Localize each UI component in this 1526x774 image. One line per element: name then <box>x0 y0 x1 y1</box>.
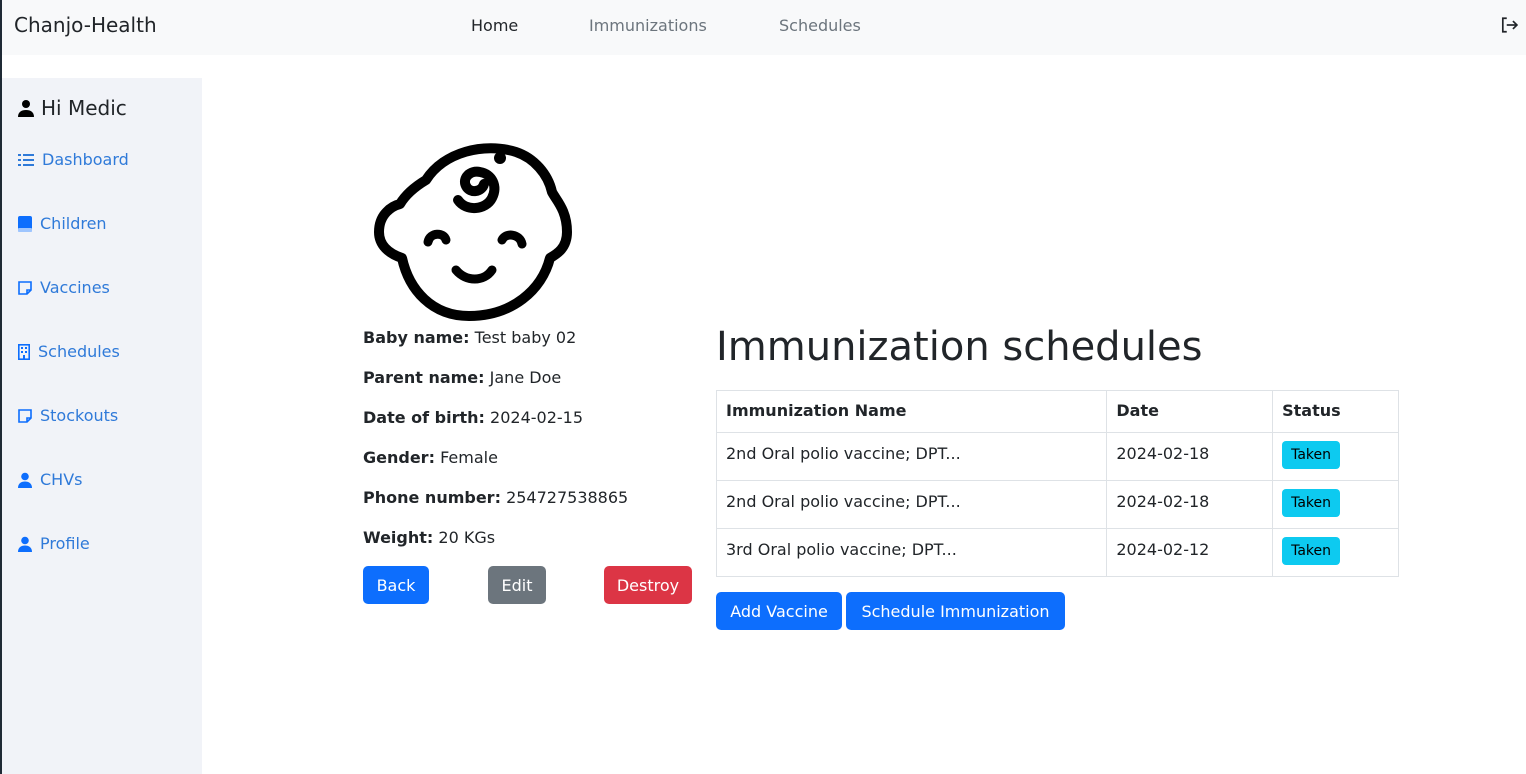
field-gender: Gender: Female <box>363 448 498 467</box>
sidebar-item-label: Vaccines <box>40 278 110 297</box>
building-icon <box>18 343 30 360</box>
sticky-note-icon <box>18 280 32 295</box>
cell-status: Taken <box>1272 432 1399 481</box>
field-label: Baby name: <box>363 328 470 347</box>
cell-date: 2024-02-18 <box>1106 480 1274 529</box>
page-title: Immunization schedules <box>716 324 1203 370</box>
sidebar-greeting: Hi Medic <box>18 96 127 120</box>
sidebar-item-children[interactable]: Children <box>18 214 107 233</box>
page: Chanjo-Health Home Immunizations Schedul… <box>0 0 1526 774</box>
sticky-note-icon <box>18 408 32 423</box>
field-label: Phone number: <box>363 488 501 507</box>
sidebar-item-label: Dashboard <box>42 150 129 169</box>
table-row: 2nd Oral polio vaccine; DPT... 2024-02-1… <box>715 480 1399 529</box>
status-badge[interactable]: Taken <box>1282 537 1341 565</box>
column-header-status: Status <box>1272 390 1399 433</box>
nav-home[interactable]: Home <box>471 16 518 35</box>
baby-face-icon <box>374 143 572 321</box>
sidebar-item-label: Children <box>40 214 107 233</box>
cell-status: Taken <box>1272 480 1399 529</box>
field-value: 254727538865 <box>506 488 629 507</box>
field-phone-number: Phone number: 254727538865 <box>363 488 628 507</box>
brand-logo-text[interactable]: Chanjo-Health <box>14 13 157 37</box>
sidebar-item-schedules[interactable]: Schedules <box>18 342 120 361</box>
cell-immunization-name: 2nd Oral polio vaccine; DPT... <box>715 480 1108 529</box>
field-label: Gender: <box>363 448 435 467</box>
cell-immunization-name: 3rd Oral polio vaccine; DPT... <box>715 528 1108 577</box>
cell-date: 2024-02-18 <box>1106 432 1274 481</box>
top-navbar: Chanjo-Health Home Immunizations Schedul… <box>2 0 1526 55</box>
schedule-immunization-button[interactable]: Schedule Immunization <box>846 592 1065 630</box>
cell-immunization-name: 2nd Oral polio vaccine; DPT... <box>715 432 1108 481</box>
field-value: Test baby 02 <box>474 328 577 347</box>
nav-schedules[interactable]: Schedules <box>779 16 861 35</box>
sidebar-item-label: Schedules <box>38 342 120 361</box>
sidebar-item-label: Profile <box>40 534 90 553</box>
table-row: 2nd Oral polio vaccine; DPT... 2024-02-1… <box>715 432 1399 481</box>
sidebar-item-label: Stockouts <box>40 406 119 425</box>
field-baby-name: Baby name: Test baby 02 <box>363 328 576 347</box>
field-label: Parent name: <box>363 368 485 387</box>
field-weight: Weight: 20 KGs <box>363 528 495 547</box>
column-header-name: Immunization Name <box>715 390 1108 433</box>
add-vaccine-button[interactable]: Add Vaccine <box>716 592 842 630</box>
person-icon <box>18 472 32 488</box>
sidebar-item-stockouts[interactable]: Stockouts <box>18 406 118 425</box>
sidebar-item-chvs[interactable]: CHVs <box>18 470 82 489</box>
sidebar-item-profile[interactable]: Profile <box>18 534 90 553</box>
destroy-button[interactable]: Destroy <box>604 566 692 604</box>
person-icon <box>18 536 32 552</box>
field-value: Female <box>440 448 498 467</box>
status-badge[interactable]: Taken <box>1282 441 1341 469</box>
field-value: Jane Doe <box>489 368 562 387</box>
field-label: Date of birth: <box>363 408 485 427</box>
field-value: 2024-02-15 <box>490 408 584 427</box>
sidebar-item-label: CHVs <box>40 470 83 489</box>
field-value: 20 KGs <box>438 528 496 547</box>
cell-date: 2024-02-12 <box>1106 528 1274 577</box>
field-label: Weight: <box>363 528 434 547</box>
table-row: 3rd Oral polio vaccine; DPT... 2024-02-1… <box>715 528 1399 577</box>
list-icon <box>18 153 34 166</box>
cell-status: Taken <box>1272 528 1399 577</box>
back-button[interactable]: Back <box>363 566 429 604</box>
field-date-of-birth: Date of birth: 2024-02-15 <box>363 408 583 427</box>
logout-icon[interactable] <box>1500 16 1520 36</box>
schedules-table: Immunization Name Date Status 2nd Oral p… <box>715 390 1399 577</box>
sidebar-item-vaccines[interactable]: Vaccines <box>18 278 110 297</box>
edit-button[interactable]: Edit <box>488 566 546 604</box>
column-header-date: Date <box>1106 390 1274 433</box>
field-parent-name: Parent name: Jane Doe <box>363 368 561 387</box>
nav-immunizations[interactable]: Immunizations <box>589 16 707 35</box>
person-icon <box>18 100 34 117</box>
book-icon <box>18 215 32 232</box>
sidebar-item-dashboard[interactable]: Dashboard <box>18 150 129 169</box>
sidebar: Hi Medic Dashboard Children Vaccines Sch… <box>2 78 202 774</box>
table-header-row: Immunization Name Date Status <box>715 390 1399 433</box>
greeting-text: Hi Medic <box>41 96 127 120</box>
status-badge[interactable]: Taken <box>1282 489 1341 517</box>
